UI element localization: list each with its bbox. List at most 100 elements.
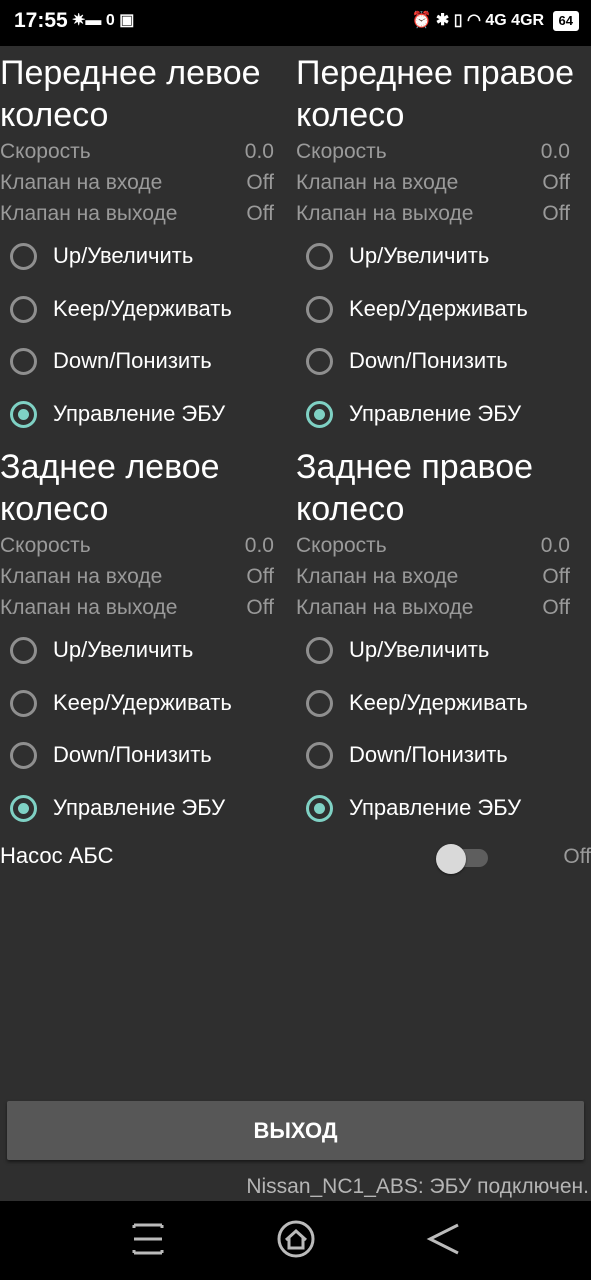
radio-label: Up/Увеличить	[53, 243, 194, 268]
wheel-panel-front-right: Переднее правое колесо Скорость 0.0 Клапан н…	[296, 52, 591, 428]
radio-keep[interactable]: Keep/Удерживать	[10, 688, 290, 724]
inlet-row: Клапан на входе Off	[0, 565, 274, 595]
inlet-label: Клапан на входе	[0, 171, 163, 194]
radio-label: Down/Понизить	[349, 348, 508, 373]
wheel-title-line2: колесо	[0, 490, 109, 528]
menu-icon[interactable]	[130, 1219, 166, 1259]
speed-row: Скорость 0.0	[296, 140, 570, 170]
outlet-label: Клапан на выходе	[296, 596, 474, 619]
inlet-value: Off	[246, 171, 274, 194]
radio-label: Down/Понизить	[53, 742, 212, 767]
speed-row: Скорость 0.0	[0, 534, 274, 564]
outlet-label: Клапан на выходе	[296, 202, 474, 225]
radio-checked-icon	[306, 794, 333, 822]
radio-label: Управление ЭБУ	[53, 794, 226, 820]
radio-decrease[interactable]: Down/Понизить	[306, 346, 586, 382]
speed-row: Скорость 0.0	[296, 534, 570, 564]
radio-keep[interactable]: Keep/Удерживать	[306, 294, 586, 330]
radio-ecu-control[interactable]: Управление ЭБУ	[10, 793, 290, 829]
radio-unchecked-icon	[10, 295, 37, 323]
outlet-row: Клапан на выходе Off	[296, 202, 570, 232]
radio-ecu-control[interactable]: Управление ЭБУ	[10, 399, 290, 435]
radio-increase[interactable]: Up/Увеличить	[306, 241, 586, 277]
wheel-title: Переднее правое	[296, 54, 575, 92]
radio-unchecked-icon	[306, 295, 333, 323]
radio-unchecked-icon	[306, 348, 333, 375]
outlet-value: Off	[246, 596, 274, 619]
radio-unchecked-icon	[10, 243, 37, 270]
navigation-bar	[0, 1201, 591, 1280]
speed-label: Скорость	[296, 534, 387, 557]
system-icons: ⏰ ✱ ▯ ◠ 4G 4GR 64	[412, 10, 579, 31]
inlet-label: Клапан на входе	[296, 171, 459, 194]
toggle-thumb	[436, 844, 466, 874]
radio-unchecked-icon	[306, 637, 333, 664]
radio-label: Down/Понизить	[53, 348, 212, 373]
wheel-panel-front-left: Переднее левое колесо Скорость 0.0 Клапан на…	[0, 52, 295, 428]
speed-label: Скорость	[296, 140, 387, 163]
radio-label: Up/Увеличить	[349, 637, 490, 662]
radio-unchecked-icon	[10, 348, 37, 375]
exit-button[interactable]: ВЫХОД	[7, 1101, 584, 1160]
wheel-panel-rear-right: Заднее правое колесо Скорость 0.0 Клапан на …	[296, 446, 591, 822]
back-icon[interactable]	[426, 1219, 462, 1259]
radio-increase[interactable]: Up/Увеличить	[10, 241, 290, 277]
outlet-row: Клапан на выходе Off	[0, 596, 274, 626]
wheel-title: Переднее левое	[0, 54, 261, 92]
radio-label: Keep/Удерживать	[53, 295, 232, 321]
radio-unchecked-icon	[10, 637, 37, 664]
inlet-value: Off	[246, 565, 274, 588]
wheel-panel-rear-left: Заднее левое колесо Скорость 0.0 Клапан на в…	[0, 446, 295, 822]
speed-label: Скорость	[0, 534, 91, 557]
radio-unchecked-icon	[306, 742, 333, 769]
inlet-label: Клапан на входе	[296, 565, 459, 588]
inlet-label: Клапан на входе	[0, 565, 163, 588]
radio-label: Keep/Удерживать	[349, 295, 528, 321]
radio-label: Управление ЭБУ	[349, 400, 522, 426]
radio-label: Keep/Удерживать	[53, 689, 232, 715]
speed-value: 0.0	[540, 534, 570, 557]
radio-increase[interactable]: Up/Увеличить	[10, 635, 290, 671]
radio-unchecked-icon	[10, 689, 37, 717]
speed-value: 0.0	[244, 534, 274, 557]
radio-checked-icon	[10, 400, 37, 428]
speed-label: Скорость	[0, 140, 91, 163]
radio-label: Down/Понизить	[349, 742, 508, 767]
radio-decrease[interactable]: Down/Понизить	[10, 740, 290, 776]
outlet-label: Клапан на выходе	[0, 202, 178, 225]
radio-decrease[interactable]: Down/Понизить	[10, 346, 290, 382]
inlet-row: Клапан на входе Off	[0, 171, 274, 201]
radio-keep[interactable]: Keep/Удерживать	[306, 688, 586, 724]
radio-decrease[interactable]: Down/Понизить	[306, 740, 586, 776]
inlet-row: Клапан на входе Off	[296, 565, 570, 595]
outlet-row: Клапан на выходе Off	[0, 202, 274, 232]
outlet-value: Off	[246, 202, 274, 225]
radio-label: Keep/Удерживать	[349, 689, 528, 715]
radio-ecu-control[interactable]: Управление ЭБУ	[306, 793, 586, 829]
wheel-title-line2: колесо	[296, 490, 405, 528]
battery-icon: 64	[552, 11, 579, 31]
outlet-row: Клапан на выходе Off	[296, 596, 570, 626]
wheel-title: Заднее правое	[296, 448, 534, 486]
home-icon[interactable]	[276, 1219, 316, 1259]
radio-increase[interactable]: Up/Увеличить	[306, 635, 586, 671]
radio-checked-icon	[10, 794, 37, 822]
radio-unchecked-icon	[306, 243, 333, 270]
wheel-title: Заднее левое	[0, 448, 220, 486]
radio-checked-icon	[306, 400, 333, 428]
radio-keep[interactable]: Keep/Удерживать	[10, 294, 290, 330]
radio-label: Управление ЭБУ	[349, 794, 522, 820]
notification-icons: ✷▬ 0 ▣	[72, 12, 135, 29]
connection-status: Nissan_NC1_ABS: ЭБУ подключен.	[246, 1175, 589, 1198]
speed-row: Скорость 0.0	[0, 140, 274, 170]
radio-unchecked-icon	[10, 742, 37, 769]
outlet-value: Off	[542, 596, 570, 619]
speed-value: 0.0	[244, 140, 274, 163]
radio-ecu-control[interactable]: Управление ЭБУ	[306, 399, 586, 435]
system-status-icons: ⏰ ✱ ▯ ◠ 4G 4GR	[411, 12, 545, 29]
outlet-value: Off	[542, 202, 570, 225]
radio-unchecked-icon	[306, 689, 333, 717]
radio-label: Up/Увеличить	[349, 243, 490, 268]
outlet-label: Клапан на выходе	[0, 596, 178, 619]
pump-toggle[interactable]	[436, 843, 488, 874]
